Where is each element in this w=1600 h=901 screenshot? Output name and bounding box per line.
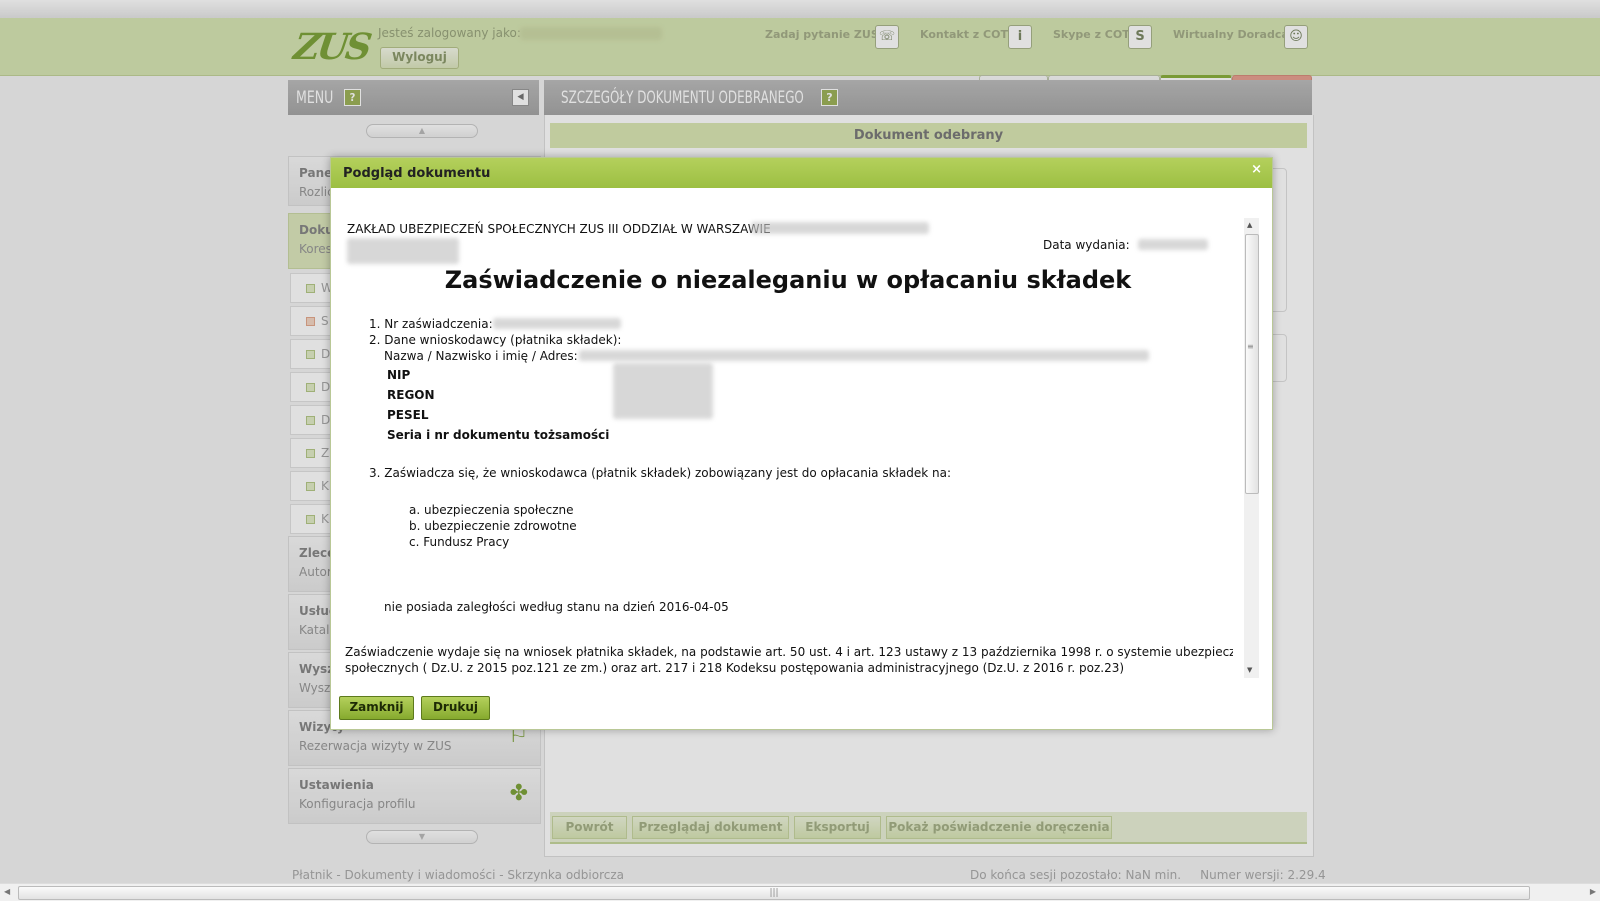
insurance-item: c. Fundusz Pracy <box>409 535 510 549</box>
print-button[interactable]: Drukuj <box>421 696 490 720</box>
obligation-statement: 3. Zaświadcza się, że wnioskodawca (płat… <box>369 466 952 480</box>
scroll-up-icon[interactable]: ▲ <box>1247 221 1252 229</box>
applicant-data-label: 2. Dane wnioskodawcy (płatnika składek): <box>369 333 622 347</box>
document-scrollbar[interactable]: ▲ ≡ ▼ <box>1244 218 1259 678</box>
insurance-item: b. ubezpieczenie zdrowotne <box>409 519 577 533</box>
redacted-field <box>751 222 929 234</box>
legal-basis: Zaświadczenie wydaje się na wniosek płat… <box>345 645 1233 659</box>
document-preview-dialog: Podgląd dokumentu × ZAKŁAD UBEZPIECZEŃ S… <box>330 157 1273 730</box>
horizontal-scrollbar[interactable]: ◀ ||| ▶ <box>0 883 1600 901</box>
scroll-thumb[interactable] <box>1245 234 1259 494</box>
dialog-header: Podgląd dokumentu × <box>331 158 1272 188</box>
scroll-right-icon[interactable]: ▶ <box>1590 887 1596 896</box>
scroll-left-icon[interactable]: ◀ <box>4 887 10 896</box>
legal-basis: społecznych ( Dz.U. z 2015 poz.121 ze zm… <box>345 661 1125 675</box>
grip-icon: ≡ <box>1247 342 1254 351</box>
redacted-field <box>613 363 713 419</box>
redacted-field <box>347 238 459 264</box>
name-address-label: Nazwa / Nazwisko i imię / Adres: <box>384 349 578 363</box>
regon-label: REGON <box>387 388 435 402</box>
document-content: ZAKŁAD UBEZPIECZEŃ SPOŁECZNYCH ZUS III O… <box>343 218 1233 678</box>
nip-label: NIP <box>387 368 411 382</box>
redacted-field <box>1138 239 1208 250</box>
no-arrears-statement: nie posiada zaległości według stanu na d… <box>384 600 729 614</box>
document-heading: Zaświadczenie o niezaleganiu w opłacaniu… <box>444 266 1132 294</box>
scroll-thumb[interactable]: ||| <box>18 886 1530 900</box>
redacted-field <box>579 350 1149 361</box>
close-button[interactable]: Zamknij <box>339 696 414 720</box>
insurance-item: a. ubezpieczenia społeczne <box>409 503 574 517</box>
issue-date-label: Data wydania: <box>1043 238 1130 252</box>
certificate-number-label: 1. Nr zaświadczenia: <box>369 317 493 331</box>
close-icon[interactable]: × <box>1251 162 1262 177</box>
scroll-down-icon[interactable]: ▼ <box>1247 666 1252 674</box>
redacted-field <box>493 318 621 329</box>
issuer: ZAKŁAD UBEZPIECZEŃ SPOŁECZNYCH ZUS III O… <box>347 222 771 236</box>
dialog-title: Podgląd dokumentu <box>343 166 491 181</box>
id-document-label: Seria i nr dokumentu tożsamości <box>387 428 610 442</box>
pesel-label: PESEL <box>387 408 429 422</box>
